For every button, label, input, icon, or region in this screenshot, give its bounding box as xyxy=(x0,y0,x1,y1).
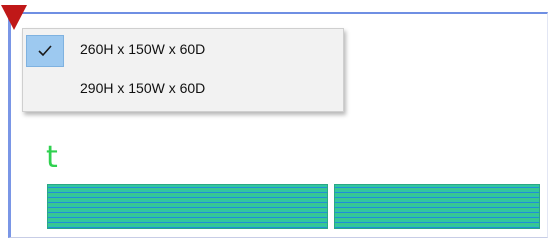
checked-indicator xyxy=(26,35,64,67)
canvas-area: t 260H x 150W x 60D 290H x 150W x 60D xyxy=(0,0,559,242)
menu-item-size-260[interactable]: 260H x 150W x 60D xyxy=(23,32,343,68)
dropdown-marker-icon[interactable] xyxy=(1,5,27,30)
menu-item-label: 290H x 150W x 60D xyxy=(80,80,206,96)
menu-item-label: 260H x 150W x 60D xyxy=(80,41,206,57)
shelf-bar-left[interactable] xyxy=(47,184,328,229)
shelf-bar-right[interactable] xyxy=(334,184,540,229)
size-dropdown-menu: 260H x 150W x 60D 290H x 150W x 60D xyxy=(22,28,344,112)
shelf-label: t xyxy=(46,140,58,175)
checkmark-icon xyxy=(38,45,52,57)
menu-item-size-290[interactable]: 290H x 150W x 60D xyxy=(23,71,343,107)
